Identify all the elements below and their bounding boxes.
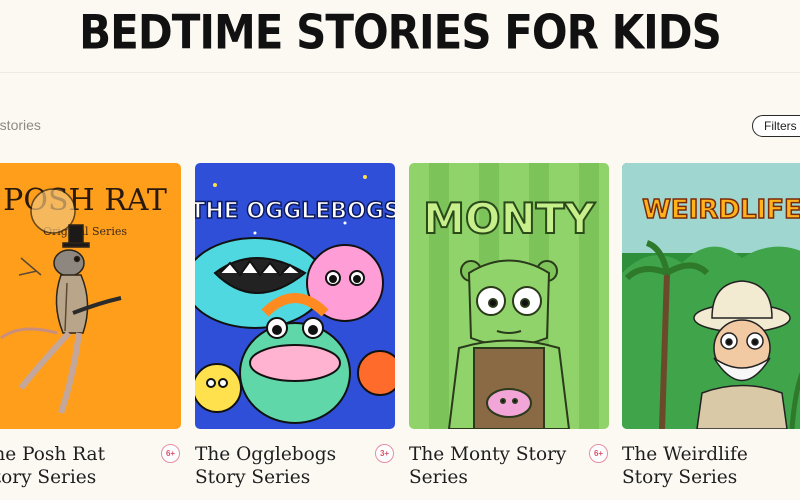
monty-cover-title: MONTY bbox=[423, 194, 595, 243]
posh-rat-cover-title: POSH RAT bbox=[3, 183, 167, 218]
story-title[interactable]: The Posh Rat Story Series bbox=[0, 443, 151, 489]
cover-image-monty[interactable]: MONTY bbox=[409, 163, 609, 429]
story-title[interactable]: The Monty Story Series bbox=[409, 443, 579, 489]
story-card-ogglebogs[interactable]: THE OGGLEBOGS The Ogglebogs Story Series… bbox=[195, 163, 395, 493]
story-title[interactable]: The Weirdlife Story Series bbox=[622, 443, 792, 489]
ogglebogs-cover-title: THE OGGLEBOGS bbox=[195, 199, 395, 224]
story-card-monty[interactable]: MONTY The Monty Story Series 6+ bbox=[409, 163, 609, 493]
story-title[interactable]: The Ogglebogs Story Series bbox=[195, 443, 365, 489]
filters-button-label: Filters bbox=[764, 119, 797, 133]
cover-image-ogglebogs[interactable]: THE OGGLEBOGS bbox=[195, 163, 395, 429]
cover-image-posh-rat[interactable]: POSH RAT Original Series bbox=[0, 163, 181, 429]
header-divider bbox=[0, 72, 800, 73]
age-badge: 3+ bbox=[375, 444, 394, 463]
age-badge: 6+ bbox=[161, 444, 180, 463]
story-card-posh-rat[interactable]: POSH RAT Original Series The Posh Rat St… bbox=[0, 163, 181, 493]
story-count: 8 stories bbox=[0, 117, 41, 133]
cover-image-weirdlife[interactable]: WEIRDLIFE bbox=[622, 163, 800, 429]
story-card-weirdlife[interactable]: WEIRDLIFE The Weirdlife Story Series 6+ bbox=[622, 163, 800, 493]
filters-button[interactable]: Filters bbox=[752, 115, 800, 137]
age-badge: 6+ bbox=[589, 444, 608, 463]
page-title: BEDTIME STORIES FOR KIDS bbox=[79, 5, 722, 60]
weirdlife-cover-title: WEIRDLIFE bbox=[642, 195, 800, 225]
